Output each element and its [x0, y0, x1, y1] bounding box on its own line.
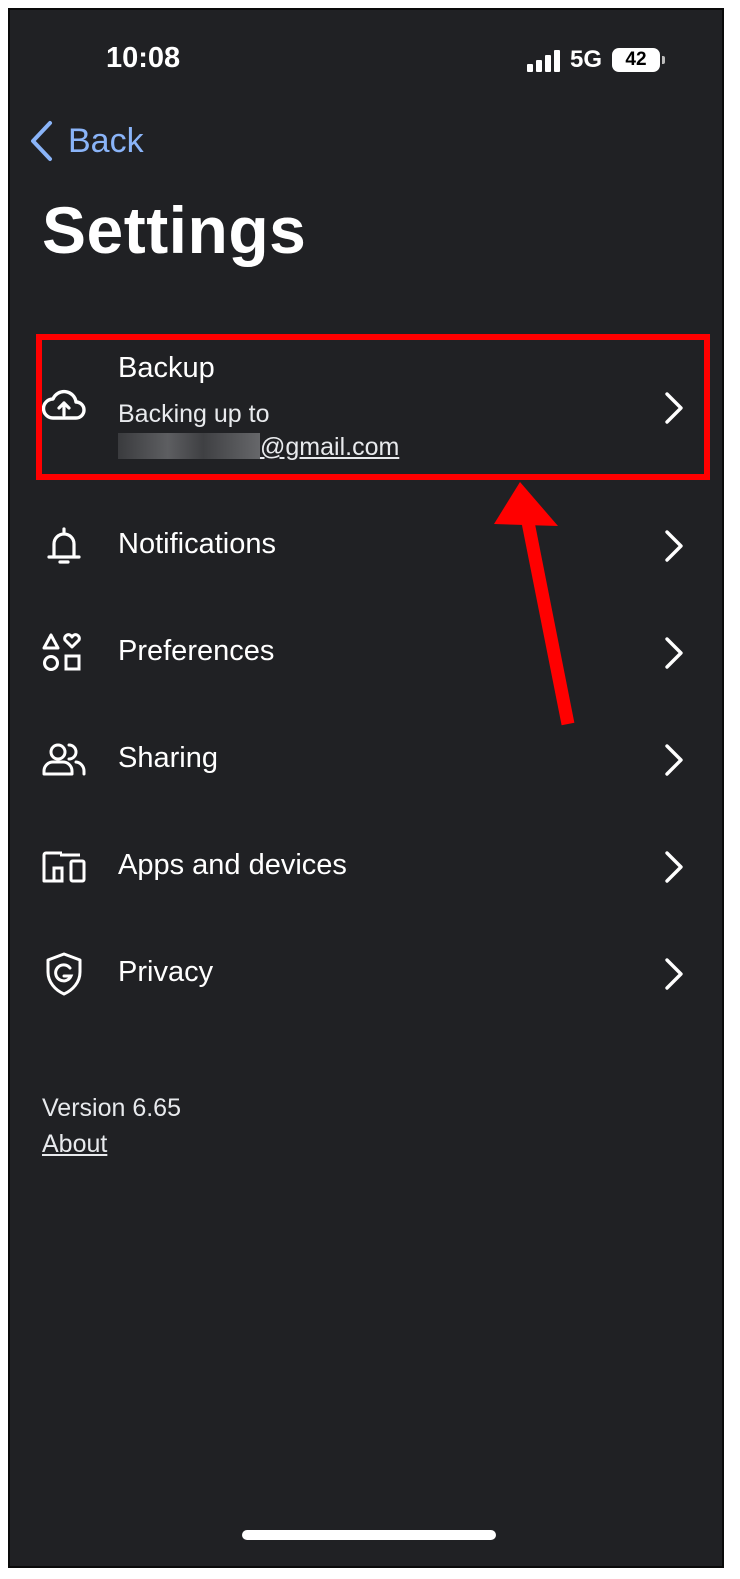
settings-item-label: Notifications: [118, 528, 276, 560]
backup-status: Backing up to @gmail.com: [118, 398, 399, 464]
status-time: 10:08: [106, 42, 181, 74]
home-indicator[interactable]: [242, 1530, 496, 1540]
settings-item-notifications[interactable]: Notifications: [10, 500, 722, 596]
redacted-email-prefix: [118, 433, 260, 459]
bell-icon: [47, 527, 81, 564]
settings-item-label: Sharing: [118, 742, 218, 774]
settings-item-label: Preferences: [118, 635, 275, 667]
backup-email: @gmail.com: [118, 431, 399, 464]
status-indicators: 5G 42: [526, 46, 665, 74]
version-text: Version 6.65: [42, 1094, 181, 1122]
settings-item-sharing[interactable]: Sharing: [10, 714, 722, 810]
shapes-icon: [42, 633, 81, 671]
signal-icon: [526, 48, 560, 72]
settings-item-label: Apps and devices: [118, 849, 347, 881]
about-link[interactable]: About: [42, 1130, 107, 1159]
phone-screen: 10:08 5G 42 Back Settings Backup Backing…: [8, 8, 724, 1568]
backup-status-text: Backing up to: [118, 400, 270, 428]
settings-item-backup[interactable]: Backup Backing up to @gmail.com: [10, 332, 722, 484]
settings-item-privacy[interactable]: Privacy: [10, 928, 722, 1024]
settings-item-label: Privacy: [118, 956, 214, 988]
backup-email-domain: @gmail.com: [260, 433, 400, 461]
chevron-right-icon: [665, 744, 683, 776]
page-title: Settings: [42, 193, 307, 267]
chevron-right-icon: [665, 637, 683, 669]
google-shield-icon: [46, 952, 82, 996]
settings-item-apps-and-devices[interactable]: Apps and devices: [10, 821, 722, 917]
chevron-right-icon: [665, 958, 683, 990]
network-type: 5G: [569, 46, 602, 73]
chevron-left-icon: [31, 121, 52, 161]
chevron-right-icon: [665, 392, 683, 424]
backup-title: Backup: [118, 352, 215, 384]
back-label: Back: [68, 121, 144, 160]
people-icon: [42, 743, 86, 776]
settings-item-preferences[interactable]: Preferences: [10, 607, 722, 703]
battery-icon: 42: [612, 48, 665, 72]
devices-icon: [42, 851, 86, 883]
cloud-upload-icon: [41, 389, 86, 420]
chevron-right-icon: [665, 851, 683, 883]
back-button[interactable]: Back: [28, 120, 144, 162]
chevron-right-icon: [665, 530, 683, 562]
